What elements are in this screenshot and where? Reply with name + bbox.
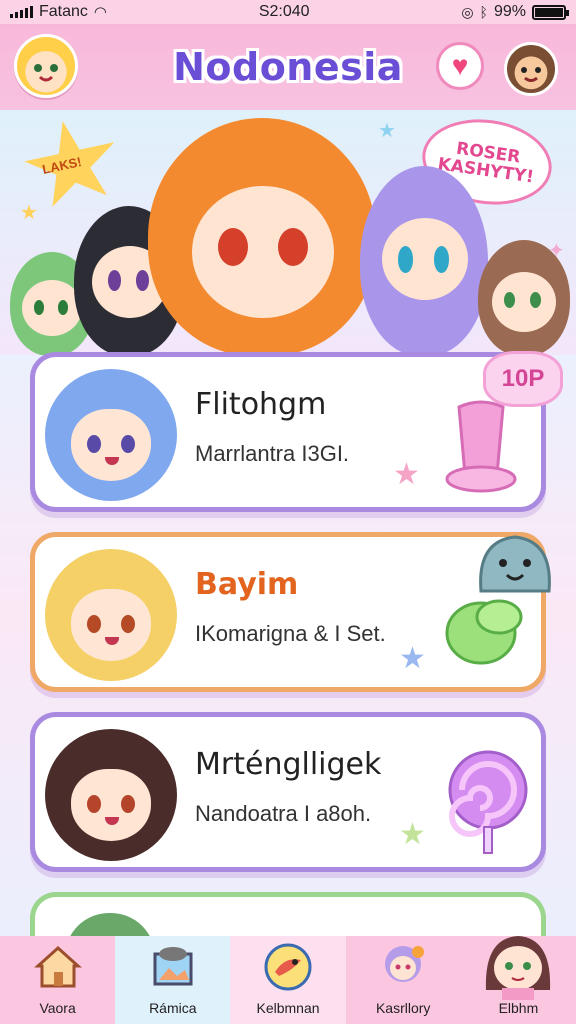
nav-profile[interactable]: Elbhm xyxy=(460,936,576,1024)
character-subtitle: Nandoatra I a8oh. xyxy=(195,801,372,826)
status-bar: Fatanc ◠ S2:040 ◎ ᛒ 99% xyxy=(0,0,576,24)
character-brown-hair xyxy=(478,240,570,355)
star-icon: ★ xyxy=(399,642,426,675)
sparkle-icon: ★ xyxy=(378,120,396,142)
character-card[interactable]: Bayim IKomarigna & I Set. ★ xyxy=(30,532,551,692)
candy-cone-icon xyxy=(441,397,521,497)
nav-label: Rámica xyxy=(149,1000,197,1016)
app-title: Nodonesia xyxy=(173,45,403,89)
star-icon: ★ xyxy=(393,458,420,491)
character-card[interactable]: Mrténglligek Nandoatra I a8oh. ★ xyxy=(30,712,546,872)
heart-icon: ♥ xyxy=(451,50,469,81)
nav-gallery[interactable]: Rámica xyxy=(115,936,231,1024)
nav-home[interactable]: Vaora xyxy=(0,936,116,1024)
battery-icon xyxy=(531,4,569,20)
carrier-name: Fatanc xyxy=(39,3,88,20)
character-subtitle: IKomarigna & I Set. xyxy=(195,621,386,646)
location-icon: ◎ xyxy=(461,3,474,20)
bottom-nav: Vaora Rámica Kelbmnan Kasrllory Elbhm xyxy=(0,936,576,1024)
nav-label: Kasrllory xyxy=(375,1000,431,1016)
battery-percent: 99% xyxy=(493,3,526,20)
nav-collection[interactable]: Kelbmnan xyxy=(230,936,346,1024)
character-name: Flitohgm xyxy=(195,387,327,422)
hero-banner[interactable]: LAKS! ROSER KASHYTY! ★ ★ ✦ xyxy=(0,110,576,355)
house-icon xyxy=(33,942,83,992)
wifi-icon: ◠ xyxy=(93,4,108,21)
points-badge-text: 10P xyxy=(501,365,545,392)
character-portrait xyxy=(45,369,177,501)
status-time: S2:040 xyxy=(258,3,310,20)
nav-label: Vaora xyxy=(39,1000,76,1016)
picture-frame-icon xyxy=(148,942,198,992)
battery-level xyxy=(534,7,563,17)
character-name: Bayim xyxy=(195,567,299,602)
character-orange-hair xyxy=(148,118,376,355)
character-purple-hair xyxy=(360,166,488,355)
nav-label: Kelbmnan xyxy=(256,1000,320,1016)
user-avatar[interactable] xyxy=(14,34,78,98)
lollipop-icon xyxy=(443,745,533,855)
signal-icon xyxy=(10,6,33,18)
nav-label: Elbhm xyxy=(498,1000,539,1016)
app-header: Nodonesia ♥ xyxy=(0,24,576,110)
nav-characters[interactable]: Kasrllory xyxy=(345,936,461,1024)
bird-badge-icon xyxy=(263,942,313,992)
profile-character-icon xyxy=(478,930,558,1000)
character-portrait xyxy=(45,549,177,681)
green-candy-icon xyxy=(439,583,529,673)
sparkle-icon: ★ xyxy=(20,202,38,224)
star-icon: ★ xyxy=(399,818,426,851)
character-subtitle: Marrlantra I3GI. xyxy=(195,441,350,466)
character-icon xyxy=(378,942,428,992)
friend-avatar[interactable] xyxy=(504,42,558,96)
character-portrait xyxy=(45,729,177,861)
bluetooth-icon: ᛒ xyxy=(479,4,488,20)
favorites-button[interactable]: ♥ xyxy=(436,42,484,90)
character-card[interactable]: Flitohgm Marrlantra I3GI. 10P ★ xyxy=(30,351,563,512)
points-badge: 10P xyxy=(483,351,563,407)
character-name: Mrténglligek xyxy=(195,747,382,782)
